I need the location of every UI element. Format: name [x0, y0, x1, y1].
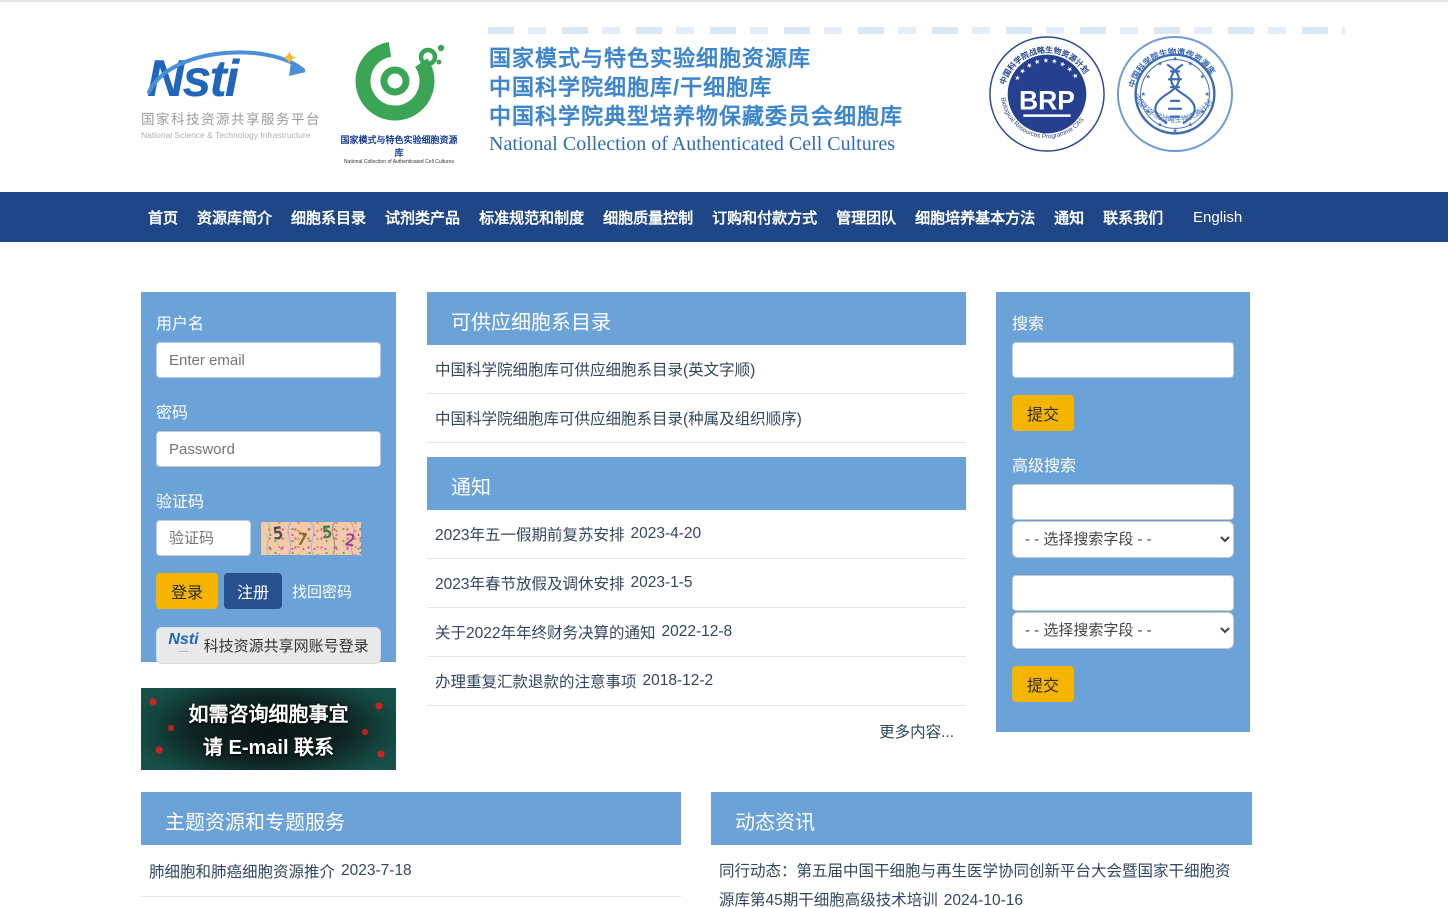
login-panel: 用户名 密码 验证码 5 7 5 2 登录 注册	[141, 292, 396, 662]
advanced-search-input-1[interactable]	[1012, 484, 1234, 520]
notice-item[interactable]: 关于2022年年终财务决算的通知2022-12-8	[427, 608, 966, 657]
svg-text:★: ★	[1172, 127, 1177, 134]
svg-text:★: ★	[1146, 109, 1151, 116]
notice-item[interactable]: 办理重复汇款退款的注意事项2018-12-2	[427, 657, 966, 706]
nav-item-methods[interactable]: 细胞培养基本方法	[915, 207, 1035, 228]
advanced-search-submit-button[interactable]: 提交	[1012, 666, 1074, 702]
username-label: 用户名	[156, 310, 381, 334]
search-panel: 搜索 提交 高级搜索 - - 选择搜索字段 - - - - 选择搜索字段 - -…	[996, 292, 1250, 732]
search-submit-button[interactable]: 提交	[1012, 395, 1074, 431]
brp-label: BRP	[1019, 86, 1075, 116]
svg-text:★: ★	[1200, 73, 1205, 80]
banner-line2: 请 E-mail 联系	[141, 731, 396, 760]
svg-text:★: ★	[1188, 121, 1193, 128]
news-item[interactable]: 同行动态：第五届中国干细胞与再生医学协同创新平台大会暨国家干细胞资源库第45期干…	[711, 845, 1252, 908]
green-logo-en: National Collection of Authenticated Cel…	[343, 159, 455, 165]
nav-item-ordering[interactable]: 订购和付款方式	[712, 207, 817, 228]
search-field-select-2[interactable]: - - 选择搜索字段 - -	[1012, 612, 1234, 649]
green-circle-icon	[340, 35, 458, 127]
center-column: 可供应细胞系目录 中国科学院细胞库可供应细胞系目录(英文字顺) 中国科学院细胞库…	[427, 292, 966, 742]
username-input[interactable]	[156, 342, 381, 378]
nav-item-quality[interactable]: 细胞质量控制	[603, 207, 693, 228]
topics-section: 主题资源和专题服务 肺细胞和肺癌细胞资源推介2023-7-18	[141, 792, 681, 897]
banner-line1: 如需咨询细胞事宜	[141, 698, 396, 727]
notice-date: 2022-12-8	[661, 623, 732, 641]
search-label: 搜索	[1012, 310, 1234, 334]
nav-item-team[interactable]: 管理团队	[836, 207, 896, 228]
nav-item-about[interactable]: 资源库简介	[197, 207, 272, 228]
captcha-input[interactable]	[156, 520, 251, 556]
notice-item[interactable]: 2023年春节放假及调休安排2023-1-5	[427, 559, 966, 608]
site-title: 国家模式与特色实验细胞资源库 中国科学院细胞库/干细胞库 中国科学院典型培养物保…	[489, 44, 903, 156]
news-section-title: 动态资讯	[711, 792, 1252, 845]
site-title-line1: 国家模式与特色实验细胞资源库	[489, 44, 903, 73]
nav-item-reagents[interactable]: 试剂类产品	[385, 207, 460, 228]
more-content-link[interactable]: 更多内容...	[427, 706, 966, 742]
nav-item-english[interactable]: English	[1193, 209, 1242, 226]
site-title-line3: 中国科学院典型培养物保藏委员会细胞库	[489, 102, 903, 131]
svg-text:★: ★	[1146, 73, 1151, 80]
password-input[interactable]	[156, 431, 381, 467]
site-title-line2: 中国科学院细胞库/干细胞库	[489, 73, 903, 102]
login-button[interactable]: 登录	[156, 573, 218, 609]
nav-item-contact[interactable]: 联系我们	[1103, 207, 1163, 228]
search-field-select-1[interactable]: - - 选择搜索字段 - -	[1012, 521, 1234, 558]
topic-item[interactable]: 肺细胞和肺癌细胞资源推介2023-7-18	[141, 845, 681, 897]
search-input[interactable]	[1012, 342, 1234, 378]
svg-text:★: ★	[1188, 60, 1193, 67]
nsti-mini-logo: Nsti━━━━	[168, 634, 198, 658]
forgot-password-link[interactable]: 找回密码	[292, 581, 352, 602]
notice-item[interactable]: 2023年五一假期前复苏安排2023-4-20	[427, 510, 966, 559]
advanced-search-input-2[interactable]	[1012, 575, 1234, 611]
news-section: 动态资讯 同行动态：第五届中国干细胞与再生医学协同创新平台大会暨国家干细胞资源库…	[711, 792, 1252, 908]
svg-text:★: ★	[1205, 91, 1210, 98]
catalog-item[interactable]: 中国科学院细胞库可供应细胞系目录(英文字顺)	[427, 345, 966, 394]
news-date: 2024-10-16	[944, 892, 1023, 908]
nav-item-cell-lines[interactable]: 细胞系目录	[291, 207, 366, 228]
brp-badge: 中国科学院战略生物资源计划 ★ ★ ★ ★ ★ ★ ★ ★ ★ BRP Biol…	[988, 35, 1106, 153]
nav-item-notices[interactable]: 通知	[1054, 207, 1084, 228]
notice-date: 2023-4-20	[630, 525, 701, 543]
email-contact-banner[interactable]: 如需咨询细胞事宜 请 E-mail 联系	[141, 688, 396, 770]
notice-date: 2018-12-2	[643, 672, 714, 690]
captcha-digit: 5	[321, 523, 333, 544]
svg-text:★: ★	[1157, 60, 1162, 67]
notices-section-title: 通知	[427, 457, 966, 510]
register-button[interactable]: 注册	[224, 573, 282, 609]
captcha-image[interactable]: 5 7 5 2	[261, 522, 361, 555]
notice-date: 2023-1-5	[630, 574, 692, 592]
nav-item-standards[interactable]: 标准规范和制度	[479, 207, 584, 228]
advanced-search-label: 高级搜索	[1012, 452, 1234, 476]
catalog-item[interactable]: 中国科学院细胞库可供应细胞系目录(种属及组织顺序)	[427, 394, 966, 443]
star-icon: ✦	[281, 46, 298, 71]
nsti-account-login-button[interactable]: Nsti━━━━ 科技资源共享网账号登录	[156, 627, 381, 664]
nsti-account-login-label: 科技资源共享网账号登录	[204, 635, 369, 656]
captcha-label: 验证码	[156, 488, 381, 512]
site-title-line4: National Collection of Authenticated Cel…	[489, 133, 903, 156]
nsti-logo-cn: 国家科技资源共享服务平台	[141, 108, 321, 128]
svg-text:★: ★	[1200, 109, 1205, 116]
green-logo-cn: 国家模式与特色实验细胞资源库	[338, 133, 460, 159]
topics-section-title: 主题资源和专题服务	[141, 792, 681, 845]
catalog-section-title: 可供应细胞系目录	[427, 292, 966, 345]
captcha-digit: 5	[272, 524, 284, 545]
svg-text:★: ★	[1141, 91, 1146, 98]
svg-text:★: ★	[1157, 121, 1162, 128]
nav-item-home[interactable]: 首页	[148, 207, 178, 228]
svg-text:★: ★	[1172, 56, 1177, 63]
dna-badge: 中国科学院生物遗传资源库 中国科学院战略生物资源计划 ★★★ ★★★★ ★★★★…	[1116, 35, 1234, 153]
topic-date: 2023-7-18	[341, 862, 412, 880]
ncacc-green-logo: 国家模式与特色实验细胞资源库 National Collection of Au…	[338, 35, 460, 153]
clipped-text-artifact	[488, 27, 1345, 34]
main-nav: 首页 资源库简介 细胞系目录 试剂类产品 标准规范和制度 细胞质量控制 订购和付…	[0, 192, 1448, 242]
password-label: 密码	[156, 399, 381, 423]
nsti-logo-en: National Science & Technology Infrastruc…	[141, 130, 321, 140]
page: Nsti ✦ 国家科技资源共享服务平台 National Science & T…	[0, 0, 1448, 908]
nsti-logo: Nsti ✦ 国家科技资源共享服务平台 National Science & T…	[141, 54, 321, 154]
